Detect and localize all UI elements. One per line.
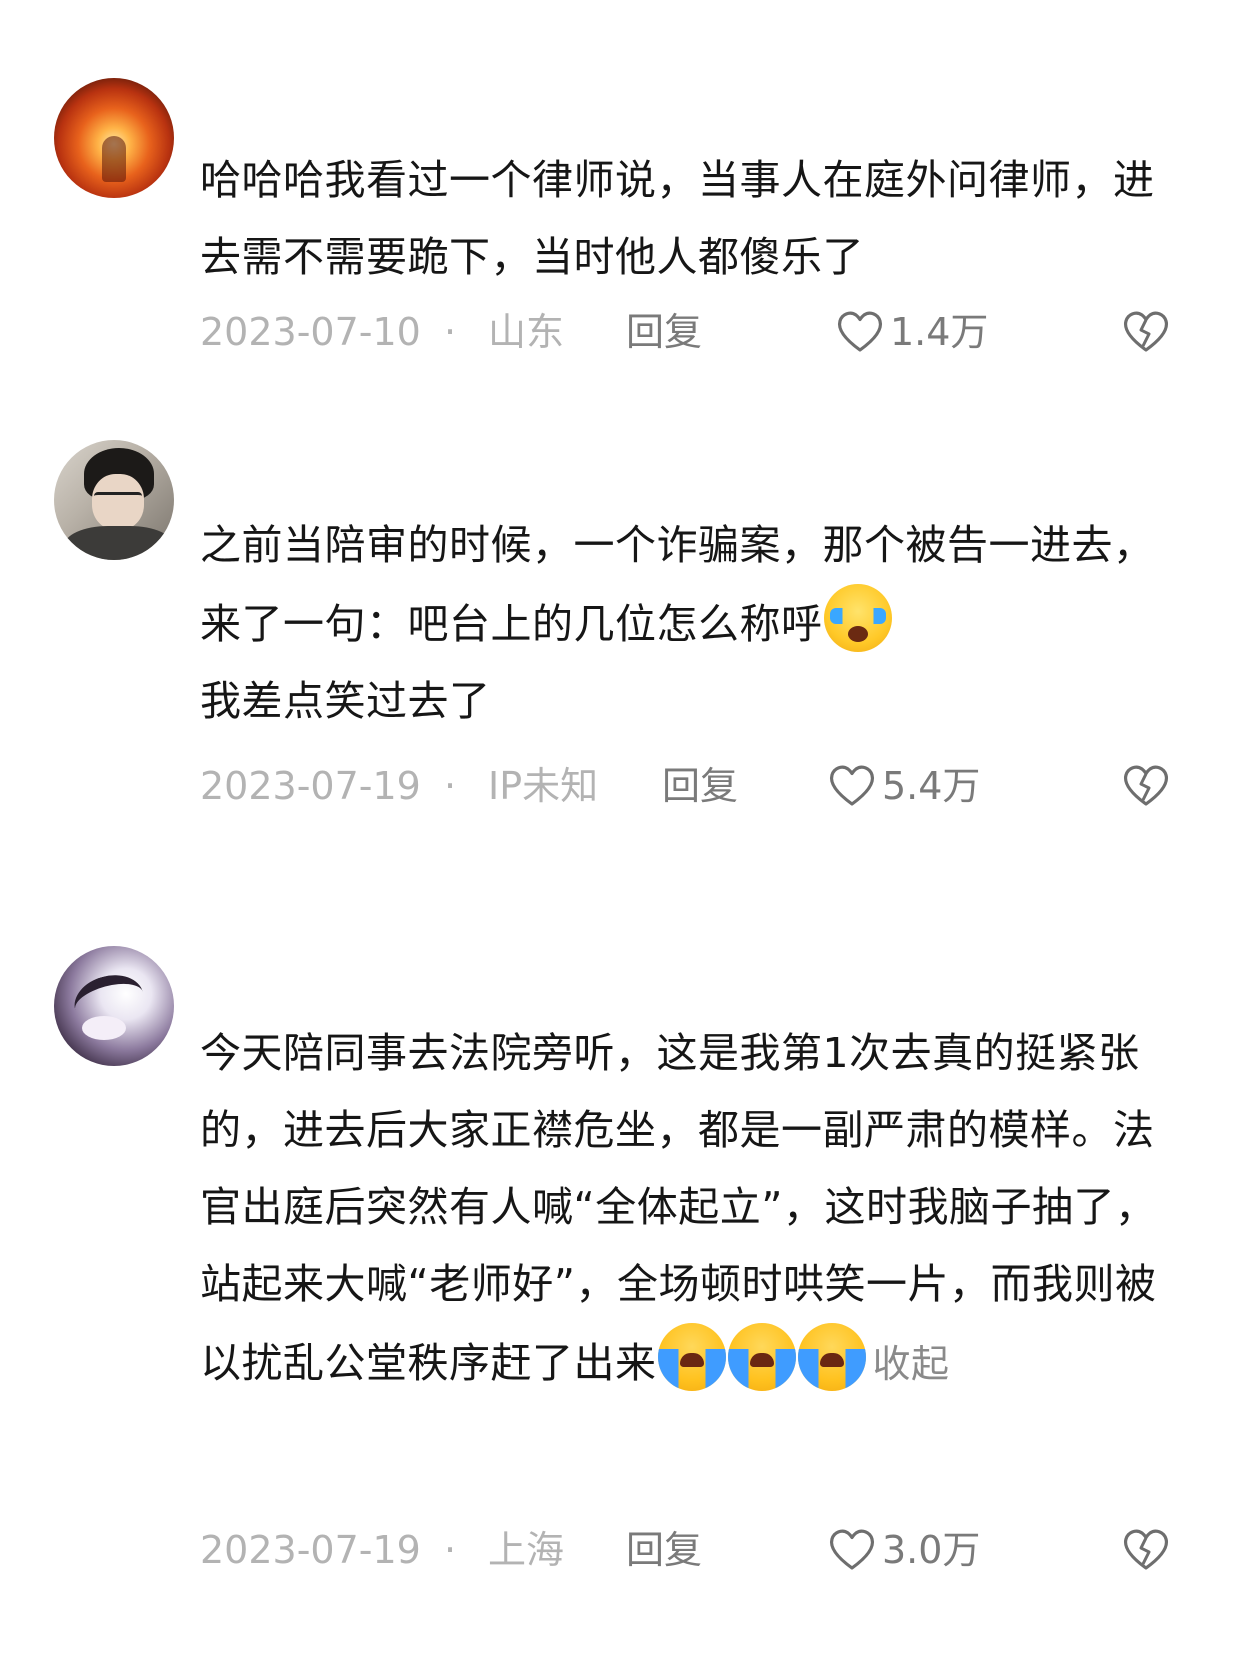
- user-avatar[interactable]: [54, 78, 174, 198]
- comment-date: 2023-07-19: [200, 764, 421, 808]
- like-button[interactable]: 1.4万: [834, 302, 988, 362]
- loudly-crying-emoji-icon: [657, 1323, 726, 1391]
- reply-button[interactable]: 回复: [662, 756, 738, 816]
- loudly-crying-emoji-icon: [797, 1323, 866, 1391]
- like-count: 5.4万: [882, 764, 981, 808]
- comment-date: 2023-07-19: [200, 1528, 421, 1572]
- reply-button[interactable]: 回复: [626, 1520, 702, 1580]
- comment-location: 山东: [488, 310, 565, 354]
- meta-separator: ·: [444, 310, 457, 354]
- loudly-crying-emoji-icon: [727, 1323, 796, 1391]
- comment-text: 今天陪同事去法院旁听，这是我第1次去真的挺紧张的，进去后大家正襟危坐，都是一副严…: [200, 1015, 1190, 1403]
- collapse-link[interactable]: 收起: [873, 1342, 950, 1386]
- heart-icon: [829, 765, 875, 806]
- broken-heart-icon[interactable]: [1120, 306, 1172, 358]
- user-avatar[interactable]: [54, 946, 174, 1066]
- comment-text-part: 之前当陪审的时候，一个诈骗案，那个被告一进去，来了一句：吧台上的几位怎么称呼: [200, 521, 1155, 648]
- broken-heart-icon[interactable]: [1120, 760, 1172, 812]
- like-count: 1.4万: [890, 310, 989, 354]
- reply-button[interactable]: 回复: [626, 302, 702, 362]
- comment-text: 之前当陪审的时候，一个诈骗案，那个被告一进去，来了一句：吧台上的几位怎么称呼 我…: [200, 507, 1190, 740]
- meta-separator: ·: [444, 764, 457, 808]
- like-count: 3.0万: [882, 1528, 981, 1572]
- comment-location: IP未知: [488, 764, 599, 808]
- comment-text: 哈哈哈我看过一个律师说，当事人在庭外问律师，进去需不需要跪下，当时他人都傻乐了: [200, 156, 1155, 281]
- broken-heart-icon[interactable]: [1120, 1524, 1172, 1576]
- comment-meta: 2023-07-10 · 山东 回复 1.4万: [200, 302, 1200, 362]
- comment-location: 上海: [488, 1528, 565, 1572]
- comment-meta: 2023-07-19 · IP未知 回复 5.4万: [200, 756, 1200, 816]
- comment-date: 2023-07-10: [200, 310, 421, 354]
- meta-separator: ·: [444, 1528, 457, 1572]
- comment-meta: 2023-07-19 · 上海 回复 3.0万: [200, 1520, 1200, 1580]
- tears-of-joy-emoji-icon: [823, 584, 892, 652]
- like-button[interactable]: 3.0万: [826, 1520, 980, 1580]
- heart-icon: [829, 1529, 875, 1570]
- comment-text-part: 我差点笑过去了: [200, 677, 491, 725]
- heart-icon: [837, 311, 883, 352]
- like-button[interactable]: 5.4万: [826, 756, 980, 816]
- user-avatar[interactable]: [54, 440, 174, 560]
